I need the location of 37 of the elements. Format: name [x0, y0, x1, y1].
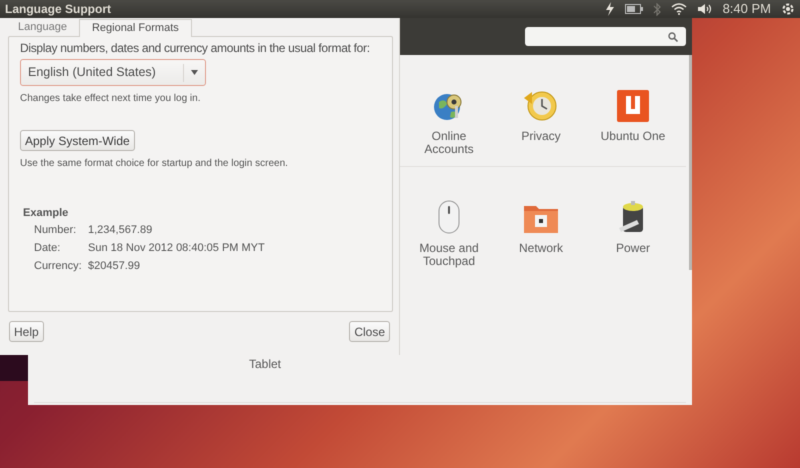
example-value: $20457.99: [88, 258, 140, 274]
tab[interactable]: Regional Formats: [78, 19, 192, 37]
example-label: Currency:: [34, 258, 83, 274]
window-title: Language Support: [5, 1, 111, 18]
prompt-text: Display numbers, dates and currency amounts in the usual format for:: [20, 41, 371, 56]
scrollbar[interactable]: [689, 55, 692, 270]
wifi-icon[interactable]: [670, 3, 687, 15]
settings-item-label[interactable]: Privacy: [501, 130, 581, 143]
volume-icon[interactable]: [696, 3, 713, 15]
clock-arrow-icon: [524, 90, 558, 122]
settings-item-label[interactable]: Online Accounts: [409, 130, 489, 156]
settings-item-label[interactable]: Power: [593, 242, 673, 255]
settings-item-label[interactable]: Network: [501, 242, 581, 255]
settings-item-label[interactable]: Tablet: [225, 358, 305, 371]
example-heading: Example: [23, 206, 70, 220]
settings-item-label[interactable]: Ubuntu One: [593, 130, 673, 143]
apply-system-wide-button[interactable]: Apply System-Wide: [20, 130, 135, 151]
search-icon: [668, 32, 678, 42]
format-dropdown[interactable]: English (United States): [20, 59, 206, 86]
example-value: 1,234,567.89: [88, 222, 152, 238]
dialog-button[interactable]: Help: [9, 321, 44, 342]
search-field[interactable]: [525, 27, 686, 46]
example-value: Sun 18 Nov 2012 08:40:05 PM MYT: [88, 240, 265, 256]
u-logo-icon: [617, 90, 649, 122]
battery-icon[interactable]: [624, 4, 643, 14]
example-label: Number:: [34, 222, 78, 238]
mouse-icon: [438, 200, 460, 234]
hint-text: Use the same format choice for startup and the login screen.: [20, 156, 289, 170]
tab[interactable]: Language: [10, 19, 75, 36]
example-label: Date:: [34, 240, 62, 256]
dialog-button[interactable]: Close: [349, 321, 390, 342]
lightning-icon[interactable]: [604, 2, 615, 16]
hint-text: Changes take effect next time you log in.: [20, 92, 202, 106]
bluetooth-icon[interactable]: [652, 2, 661, 16]
dropdown-caret-icon: [191, 70, 198, 75]
settings-item-label[interactable]: Mouse and Touchpad: [409, 242, 489, 268]
clock[interactable]: 8:40 PM: [722, 0, 771, 19]
